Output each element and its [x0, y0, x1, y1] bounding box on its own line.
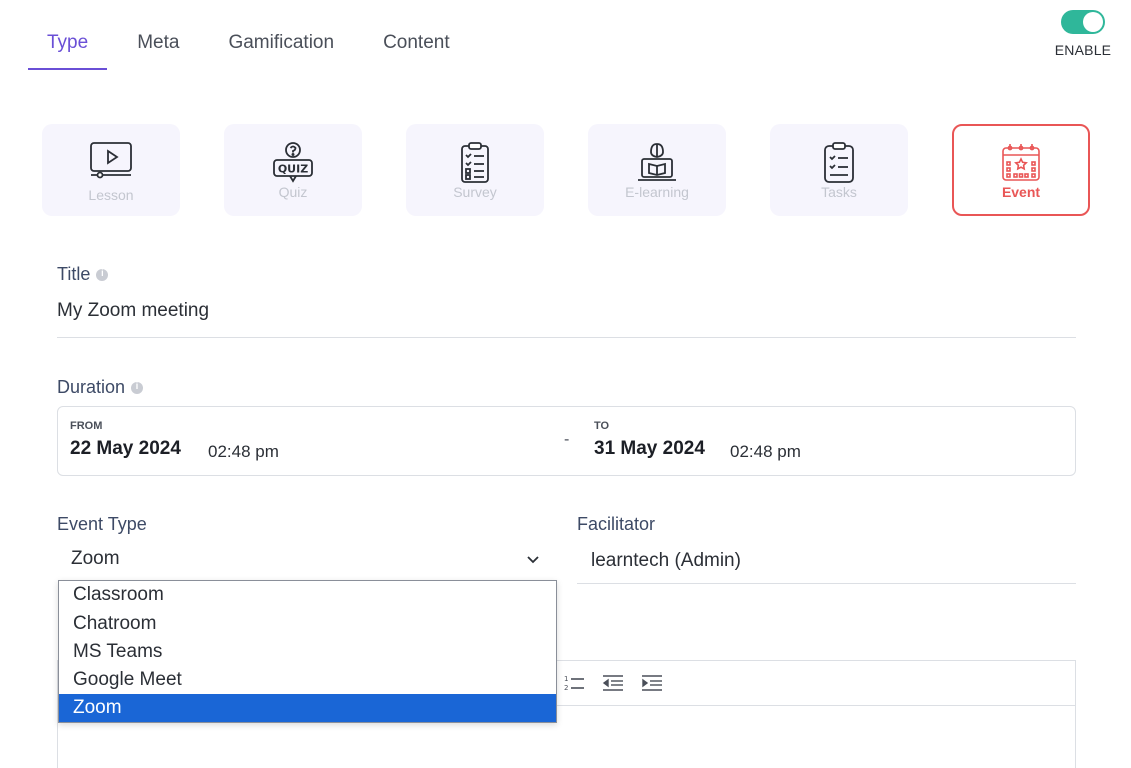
svg-text:QUIZ: QUIZ [278, 163, 308, 176]
duration-label: Duration [57, 377, 144, 398]
option-classroom[interactable]: Classroom [59, 581, 556, 610]
ordered-list-icon[interactable]: 1 2 [563, 673, 585, 693]
tasks-clipboard-icon [824, 142, 854, 183]
duration-picker[interactable]: FROM 22 May 2024 02:48 pm - TO 31 May 20… [57, 406, 1076, 476]
enable-label: ENABLE [1054, 42, 1112, 58]
survey-clipboard-icon [461, 142, 489, 183]
from-time[interactable]: 02:48 pm [208, 442, 279, 462]
type-card-event[interactable]: Event [952, 124, 1090, 216]
duration-separator: - [564, 431, 570, 448]
chevron-down-icon[interactable] [524, 550, 542, 568]
from-date[interactable]: 22 May 2024 [70, 438, 181, 460]
to-caption: TO [594, 420, 610, 432]
option-zoom[interactable]: Zoom [59, 694, 556, 722]
title-input[interactable]: My Zoom meeting [57, 300, 209, 322]
option-chatroom[interactable]: Chatroom [59, 610, 556, 638]
type-card-tasks[interactable]: Tasks [770, 124, 908, 216]
type-label: E-learning [625, 184, 689, 200]
enable-toggle-group: ENABLE [1053, 10, 1113, 58]
tab-gamification[interactable]: Gamification [209, 22, 353, 70]
enable-toggle[interactable] [1061, 10, 1105, 34]
title-label: Title [57, 264, 109, 285]
facilitator-label: Facilitator [577, 514, 656, 534]
type-label: Tasks [821, 184, 857, 200]
event-type-select[interactable]: Zoom [71, 548, 120, 570]
title-underline [57, 337, 1076, 338]
type-selector: Lesson QUIZ Quiz Survey E-learning Tasks… [42, 124, 1090, 216]
outdent-icon[interactable] [602, 673, 624, 693]
to-date[interactable]: 31 May 2024 [594, 438, 705, 460]
video-lesson-icon [90, 142, 132, 179]
svg-text:1: 1 [564, 675, 568, 683]
option-ms-teams[interactable]: MS Teams [59, 638, 556, 666]
event-type-dropdown: Classroom Chatroom MS Teams Google Meet … [58, 580, 557, 723]
from-caption: FROM [70, 420, 103, 432]
type-label: Quiz [278, 184, 308, 200]
indent-icon[interactable] [641, 673, 663, 693]
type-card-lesson[interactable]: Lesson [42, 124, 180, 216]
type-label: Event [1001, 184, 1041, 200]
quiz-icon: QUIZ [273, 142, 313, 183]
calendar-event-icon [1002, 144, 1040, 181]
type-card-survey[interactable]: Survey [406, 124, 544, 216]
to-time[interactable]: 02:48 pm [730, 442, 801, 462]
duration-label-text: Duration [57, 377, 126, 397]
type-card-quiz[interactable]: QUIZ Quiz [224, 124, 362, 216]
facilitator-input[interactable]: learntech (Admin) [591, 550, 741, 572]
type-card-e-learning[interactable]: E-learning [588, 124, 726, 216]
facilitator-underline [577, 583, 1076, 584]
e-learning-icon [638, 143, 676, 181]
info-icon[interactable] [96, 268, 109, 281]
tab-meta[interactable]: Meta [118, 22, 198, 70]
tab-type[interactable]: Type [28, 22, 108, 70]
tab-content[interactable]: Content [364, 22, 469, 70]
info-icon[interactable] [131, 381, 144, 394]
svg-text:2: 2 [564, 684, 568, 692]
event-type-label: Event Type [57, 514, 147, 534]
toggle-knob [1083, 12, 1103, 32]
tab-bar: Type Meta Gamification Content [28, 22, 469, 70]
type-label: Survey [453, 184, 497, 200]
option-google-meet[interactable]: Google Meet [59, 666, 556, 694]
type-label: Lesson [88, 187, 134, 203]
title-label-text: Title [57, 264, 91, 284]
